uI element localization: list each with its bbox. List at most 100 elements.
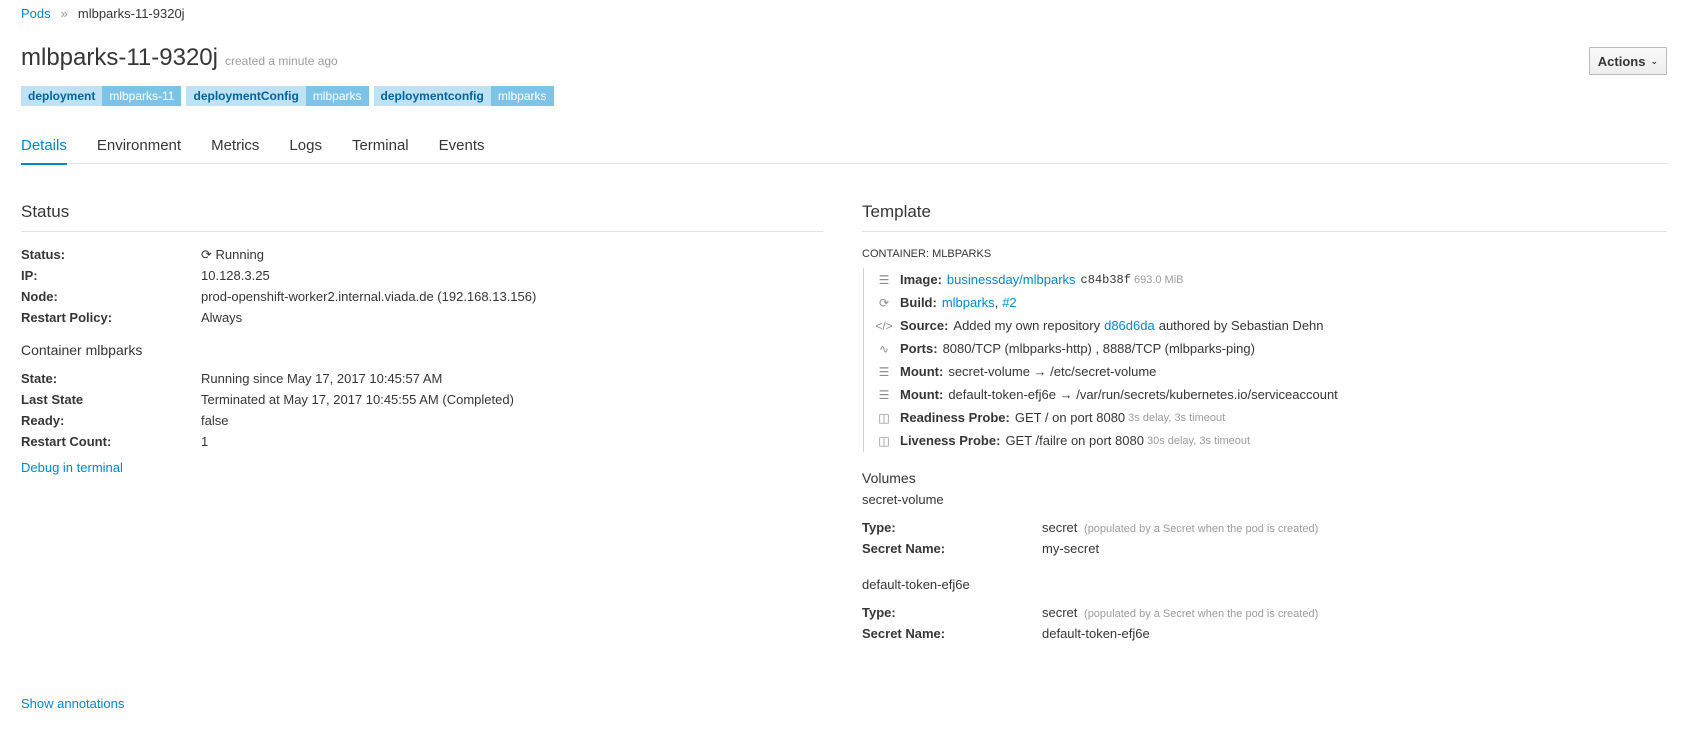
- label-deploymentConfig[interactable]: deploymentConfig mlbparks: [186, 86, 369, 106]
- volume-type-row: Type: secret (populated by a Secret when…: [862, 517, 1667, 538]
- state-value: Running since May 17, 2017 10:45:57 AM: [201, 371, 443, 386]
- volume-name: default-token-efj6e: [862, 577, 970, 592]
- layers-icon: ☰: [878, 272, 890, 287]
- volume-type-note: (populated by a Secret when the pod is c…: [1084, 608, 1319, 620]
- breadcrumb-pods-link[interactable]: Pods: [21, 6, 51, 21]
- ports-value: 8080/TCP (mlbparks-http) , 8888/TCP (mlb…: [942, 341, 1255, 356]
- actions-label: Actions: [1597, 53, 1646, 69]
- tab-details[interactable]: Details: [21, 128, 67, 165]
- status-row: Status: ⟳ Running: [21, 244, 823, 265]
- volume-item: default-token-efj6e Type: secret (popula…: [862, 577, 1667, 644]
- volume-secret-value: my-secret: [1042, 541, 1100, 556]
- ports-key: Ports:: [900, 341, 938, 356]
- image-size: 693.0 MiB: [1133, 273, 1184, 286]
- label-list: deployment mlbparks-11 deploymentConfig …: [21, 86, 554, 106]
- source-author: authored by Sebastian Dehn: [1158, 318, 1324, 333]
- status-value: ⟳ Running: [201, 247, 264, 263]
- node-key: Node:: [21, 289, 58, 304]
- liveness-probe-key: Liveness Probe:: [900, 433, 1001, 448]
- readiness-probe-row: ◫ Readiness Probe: GET / on port 8080 3s…: [876, 406, 1667, 429]
- volume-item: secret-volume Type: secret (populated by…: [862, 492, 1667, 559]
- status-key: Status:: [21, 247, 66, 262]
- medkit-icon: ◫: [878, 433, 890, 448]
- readiness-probe-key: Readiness Probe:: [900, 410, 1010, 425]
- mount-value: default-token-efj6e → /var/run/secrets/k…: [948, 387, 1338, 402]
- volume-type-value: secret (populated by a Secret when the p…: [1042, 520, 1318, 535]
- status-details: Status: ⟳ Running IP: 10.128.3.25 Node: …: [21, 244, 823, 328]
- created-timestamp: created a minute ago: [224, 54, 338, 68]
- status-running-text: Running: [215, 246, 264, 262]
- restart-policy-value: Always: [201, 310, 243, 325]
- node-value: prod-openshift-worker2.internal.viada.de…: [201, 289, 537, 304]
- last-state-value: Terminated at May 17, 2017 10:45:55 AM (…: [201, 392, 514, 407]
- container-template-list: ☰ Image: businessday/mlbparks c84b38f 69…: [863, 268, 1667, 452]
- ports-row: ∿ Ports: 8080/TCP (mlbparks-http) , 8888…: [876, 337, 1667, 360]
- build-key: Build:: [900, 295, 937, 310]
- liveness-probe-value: GET /failre on port 8080: [1005, 433, 1144, 448]
- commit-link[interactable]: d86d6da: [1104, 318, 1155, 333]
- mount-key: Mount:: [900, 387, 944, 402]
- status-section-title: Status: [21, 202, 823, 232]
- actions-dropdown-button[interactable]: Actions ⌄: [1588, 47, 1667, 75]
- restart-count-key: Restart Count:: [21, 434, 112, 449]
- ip-row: IP: 10.128.3.25: [21, 265, 823, 286]
- source-message: Added my own repository: [953, 318, 1101, 333]
- database-icon: ☰: [878, 364, 890, 379]
- restart-policy-row: Restart Policy: Always: [21, 307, 823, 328]
- volume-secret-row: Secret Name: default-token-efj6e: [862, 623, 1667, 644]
- template-column: Template CONTAINER: MLBPARKS ☰ Image: bu…: [862, 202, 1667, 644]
- label-key[interactable]: deploymentconfig: [373, 86, 491, 106]
- tab-terminal[interactable]: Terminal: [352, 128, 409, 164]
- volume-type-value: secret (populated by a Secret when the p…: [1042, 605, 1318, 620]
- label-key[interactable]: deploymentConfig: [186, 86, 306, 106]
- pulse-icon: ∿: [878, 341, 890, 356]
- node-row: Node: prod-openshift-worker2.internal.vi…: [21, 286, 823, 307]
- template-section-title: Template: [862, 202, 1667, 232]
- last-state-row: Last State Terminated at May 17, 2017 10…: [21, 389, 823, 410]
- volume-type-key: Type:: [862, 520, 896, 535]
- volume-type-text: secret: [1042, 605, 1078, 620]
- liveness-probe-row: ◫ Liveness Probe: GET /failre on port 80…: [876, 429, 1667, 452]
- state-row: State: Running since May 17, 2017 10:45:…: [21, 368, 823, 389]
- chevron-down-icon: ⌄: [1650, 55, 1658, 66]
- breadcrumb-separator: »: [60, 6, 68, 21]
- ready-value: false: [201, 413, 229, 428]
- tab-logs[interactable]: Logs: [289, 128, 322, 164]
- image-link[interactable]: businessday/mlbparks: [947, 272, 1076, 287]
- ready-row: Ready: false: [21, 410, 823, 431]
- container-label: CONTAINER: MLBPARKS: [862, 248, 992, 260]
- tab-environment[interactable]: Environment: [97, 128, 181, 164]
- label-deployment[interactable]: deployment mlbparks-11: [21, 86, 182, 106]
- state-key: State:: [21, 371, 58, 386]
- debug-in-terminal-link[interactable]: Debug in terminal: [21, 460, 123, 475]
- container-heading: Container mlbparks: [21, 342, 143, 358]
- mount-key: Mount:: [900, 364, 944, 379]
- volume-name: secret-volume: [862, 492, 944, 507]
- breadcrumb-current: mlbparks-11-9320j: [77, 6, 185, 21]
- restart-count-value: 1: [201, 434, 209, 449]
- last-state-key: Last State: [21, 392, 84, 407]
- build-config-link[interactable]: mlbparks: [942, 295, 995, 310]
- breadcrumb: Pods » mlbparks-11-9320j: [21, 6, 185, 21]
- label-key[interactable]: deployment: [21, 86, 103, 106]
- ready-key: Ready:: [21, 413, 65, 428]
- volume-secret-key: Secret Name:: [862, 541, 946, 556]
- volume-type-text: secret: [1042, 520, 1078, 535]
- readiness-probe-detail: 3s delay, 3s timeout: [1128, 411, 1226, 424]
- label-value[interactable]: mlbparks: [305, 86, 369, 106]
- label-value[interactable]: mlbparks-11: [102, 86, 182, 106]
- label-value[interactable]: mlbparks: [490, 86, 554, 106]
- mount-value: secret-volume → /etc/secret-volume: [948, 364, 1157, 379]
- volume-secret-row: Secret Name: my-secret: [862, 538, 1667, 559]
- ip-value: 10.128.3.25: [201, 268, 270, 283]
- tab-metrics[interactable]: Metrics: [211, 128, 259, 164]
- tab-events[interactable]: Events: [439, 128, 485, 164]
- show-annotations-link[interactable]: Show annotations: [21, 696, 124, 711]
- build-number-link[interactable]: #2: [1002, 295, 1016, 310]
- page-header: mlbparks-11-9320j created a minute ago: [21, 44, 338, 72]
- image-row: ☰ Image: businessday/mlbparks c84b38f 69…: [876, 268, 1667, 291]
- volume-type-row: Type: secret (populated by a Secret when…: [862, 602, 1667, 623]
- volume-details: Type: secret (populated by a Secret when…: [862, 517, 1667, 559]
- label-deploymentconfig[interactable]: deploymentconfig mlbparks: [373, 86, 554, 106]
- ip-key: IP:: [21, 268, 38, 283]
